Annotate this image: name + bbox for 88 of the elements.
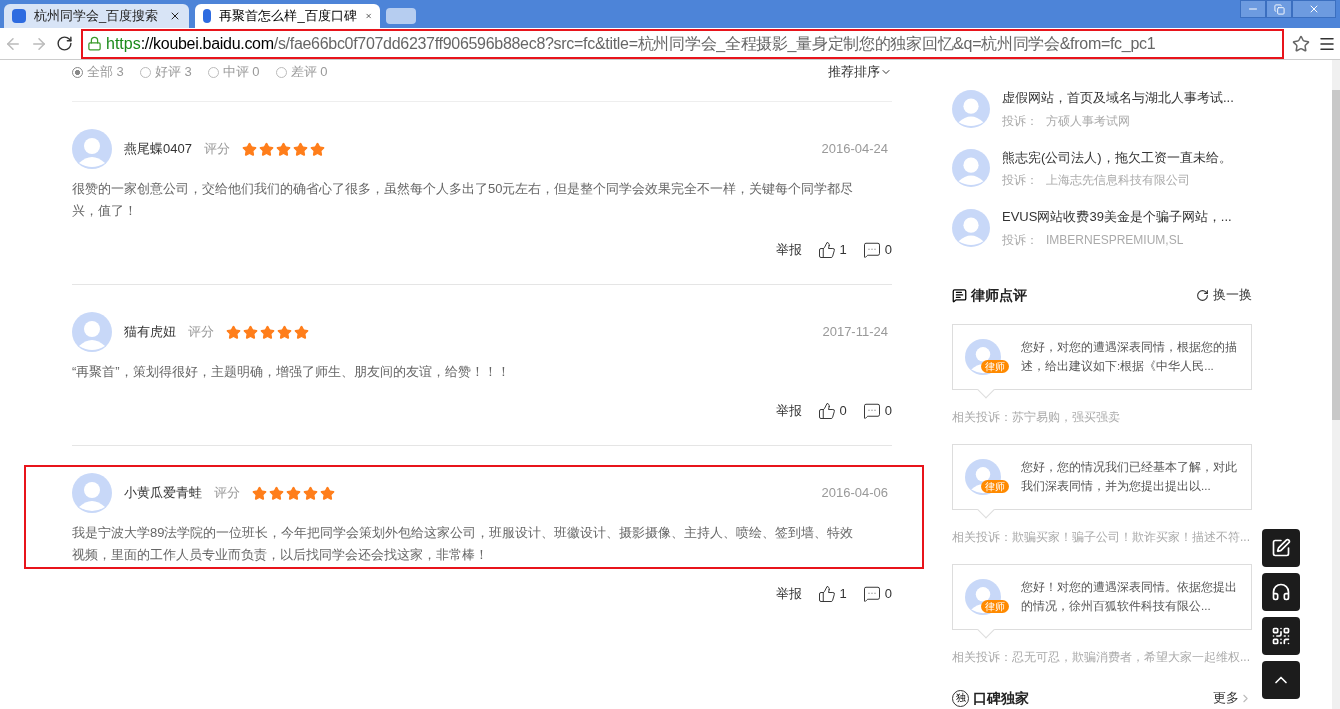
- user-name[interactable]: 小黄瓜爱青蛙: [124, 483, 202, 503]
- complaint-label: 投诉：: [1002, 112, 1038, 130]
- close-icon: [1308, 3, 1320, 15]
- thumbs-up-icon: [817, 402, 836, 420]
- avatar-silhouette-icon: [72, 473, 112, 513]
- star-icon: [269, 485, 284, 501]
- comment-icon: [862, 585, 881, 603]
- star-icon: [243, 324, 258, 340]
- address-bar[interactable]: https://koubei.baidu.com/s/fae66bc0f707dd6237ff906596b88ec8?src=fc&title=杭州同学会_全程摄影_量身定制您的独家回忆&q=杭州同学会&from=fc_pc1: [81, 28, 1284, 59]
- avatar-silhouette-icon: [72, 129, 112, 169]
- user-name[interactable]: 燕尾蝶0407: [124, 139, 192, 159]
- complaint-title[interactable]: 虚假网站，首页及域名与湖北人事考试...: [1002, 88, 1234, 108]
- user-name[interactable]: 猫有虎妞: [124, 322, 176, 342]
- rating-label: 评分: [203, 140, 230, 159]
- review-text: “再聚首”，策划得很好，主题明确，增强了师生、朋友间的友谊，给赞！！！: [72, 363, 511, 381]
- comment-button[interactable]: 0: [862, 401, 892, 421]
- review-date: 2017-11-24: [822, 323, 889, 342]
- refresh-icon: [1196, 288, 1209, 302]
- like-button[interactable]: 0: [817, 401, 847, 421]
- avatar-silhouette-icon: [952, 149, 990, 188]
- review-text: 很赞的一家创意公司，交给他们我们的确省心了很多，虽然每个人多出了50元左右，但是整个同学会效果完全不一样，关键每个同学都尽兴，值了！: [72, 180, 855, 220]
- restore-button[interactable]: [1266, 0, 1292, 18]
- star-icon: [226, 324, 241, 340]
- avatar-silhouette-icon: [952, 89, 990, 128]
- section-title: 口碑独家: [973, 688, 1029, 708]
- comment-icon: [862, 241, 881, 259]
- like-button[interactable]: 1: [817, 240, 847, 260]
- star-icon: [303, 485, 318, 501]
- star-icon: [241, 141, 257, 157]
- thumbs-up-icon: [817, 241, 836, 259]
- bookmark-star-icon[interactable]: [1292, 34, 1310, 53]
- minimize-button[interactable]: [1240, 0, 1266, 18]
- browser-tab[interactable]: 杭州同学会_百度搜索: [4, 4, 189, 28]
- qr-code-button[interactable]: [1262, 617, 1300, 655]
- comment-icon: [862, 402, 881, 420]
- avatar-silhouette-icon: [72, 312, 112, 352]
- lawyer-comment-card[interactable]: 律师 您好，您的情况我们已经基本了解，对此我们深表同情，并为您提出提出以...: [952, 443, 1252, 510]
- star-icon: [294, 324, 309, 340]
- report-link[interactable]: 举报: [775, 401, 802, 421]
- back-to-top-button[interactable]: [1262, 661, 1300, 699]
- star-icon: [292, 141, 308, 157]
- url-text: ://koubei.baidu.com/s/fae66bc0f707dd6237ff906596b88ec8?src=fc&title=杭州同学会_全程摄影_量身定制您的独家回忆&q=杭州同学会&from=fc_pc1: [140, 33, 1156, 54]
- report-link[interactable]: 举报: [775, 584, 802, 604]
- qr-code-icon: [1271, 626, 1291, 646]
- complaint-label: 投诉：: [1002, 172, 1038, 189]
- section-title: 律师点评: [971, 285, 1027, 305]
- rating-label: 评分: [188, 323, 214, 342]
- browser-tab[interactable]: 再聚首怎么样_百度口碑: [195, 4, 380, 28]
- star-icon: [277, 324, 292, 340]
- review-date: 2016-04-06: [821, 484, 889, 503]
- complaint-title[interactable]: EVUS网站收费39美金是个骗子网站，...: [1002, 207, 1232, 227]
- lawyer-comment-text: 您好，对您的遭遇深表同情，根据您的描述，给出建议如下:根据《中华人民...: [1021, 339, 1238, 374]
- avatar-silhouette-icon: [952, 208, 990, 247]
- star-icon: [286, 485, 301, 501]
- sort-dropdown[interactable]: 推荐排序: [828, 62, 892, 82]
- lawyer-comment-card[interactable]: 律师 您好，对您的遭遇深表同情，根据您的描述，给出建议如下:根据《中华人民...: [952, 323, 1252, 390]
- star-icon: [252, 485, 267, 501]
- support-button[interactable]: [1262, 573, 1300, 611]
- star-icon: [275, 141, 291, 157]
- edit-button[interactable]: [1262, 529, 1300, 567]
- star-icon: [320, 485, 335, 501]
- headset-icon: [1271, 582, 1291, 602]
- lawyer-comment-text: 您好！对您的遭遇深表同情。依据您提出的情况，徐州百狐软件科技有限公...: [1021, 579, 1238, 614]
- star-icon: [309, 141, 325, 157]
- complaint-title[interactable]: 熊志宪(公司法人)，拖欠工资一直未给。: [1002, 147, 1232, 167]
- review-text: 我是宁波大学89法学院的一位班长，今年把同学会策划外包给这家公司，班服设计、班徽设计、摄影摄像、主持人、喷绘、签到墙、特效视频，里面的工作人员专业而负责，以后找同学会还会找这家，非常棒！: [72, 524, 855, 564]
- complaint-label: 投诉：: [1002, 231, 1038, 249]
- refresh-button[interactable]: 换一换: [1196, 285, 1252, 305]
- comment-button[interactable]: 0: [862, 584, 892, 604]
- star-icon: [258, 141, 274, 157]
- report-link[interactable]: 举报: [775, 240, 802, 260]
- restore-icon: [1273, 3, 1285, 15]
- review-date: 2016-04-24: [821, 140, 889, 159]
- lawyer-comment-card[interactable]: 律师 您好！对您的遭遇深表同情。依据您提出的情况，徐州百狐软件科技有限公...: [952, 563, 1252, 630]
- url-scheme: https: [106, 33, 141, 54]
- scrollbar[interactable]: [1332, 60, 1340, 709]
- like-button[interactable]: 1: [817, 584, 847, 604]
- thumbs-up-icon: [817, 585, 836, 603]
- reload-icon[interactable]: [56, 35, 73, 52]
- chat-icon: [952, 287, 967, 303]
- comment-button[interactable]: 0: [862, 240, 892, 260]
- lawyer-comment-text: 您好，您的情况我们已经基本了解，对此我们深表同情，并为您提出提出以...: [1021, 459, 1238, 494]
- lock-icon: [87, 36, 102, 51]
- pencil-square-icon: [1271, 538, 1291, 558]
- rating-label: 评分: [214, 484, 240, 503]
- star-icon: [260, 324, 275, 340]
- more-link[interactable]: 更多: [1213, 688, 1252, 708]
- close-icon[interactable]: [169, 10, 181, 22]
